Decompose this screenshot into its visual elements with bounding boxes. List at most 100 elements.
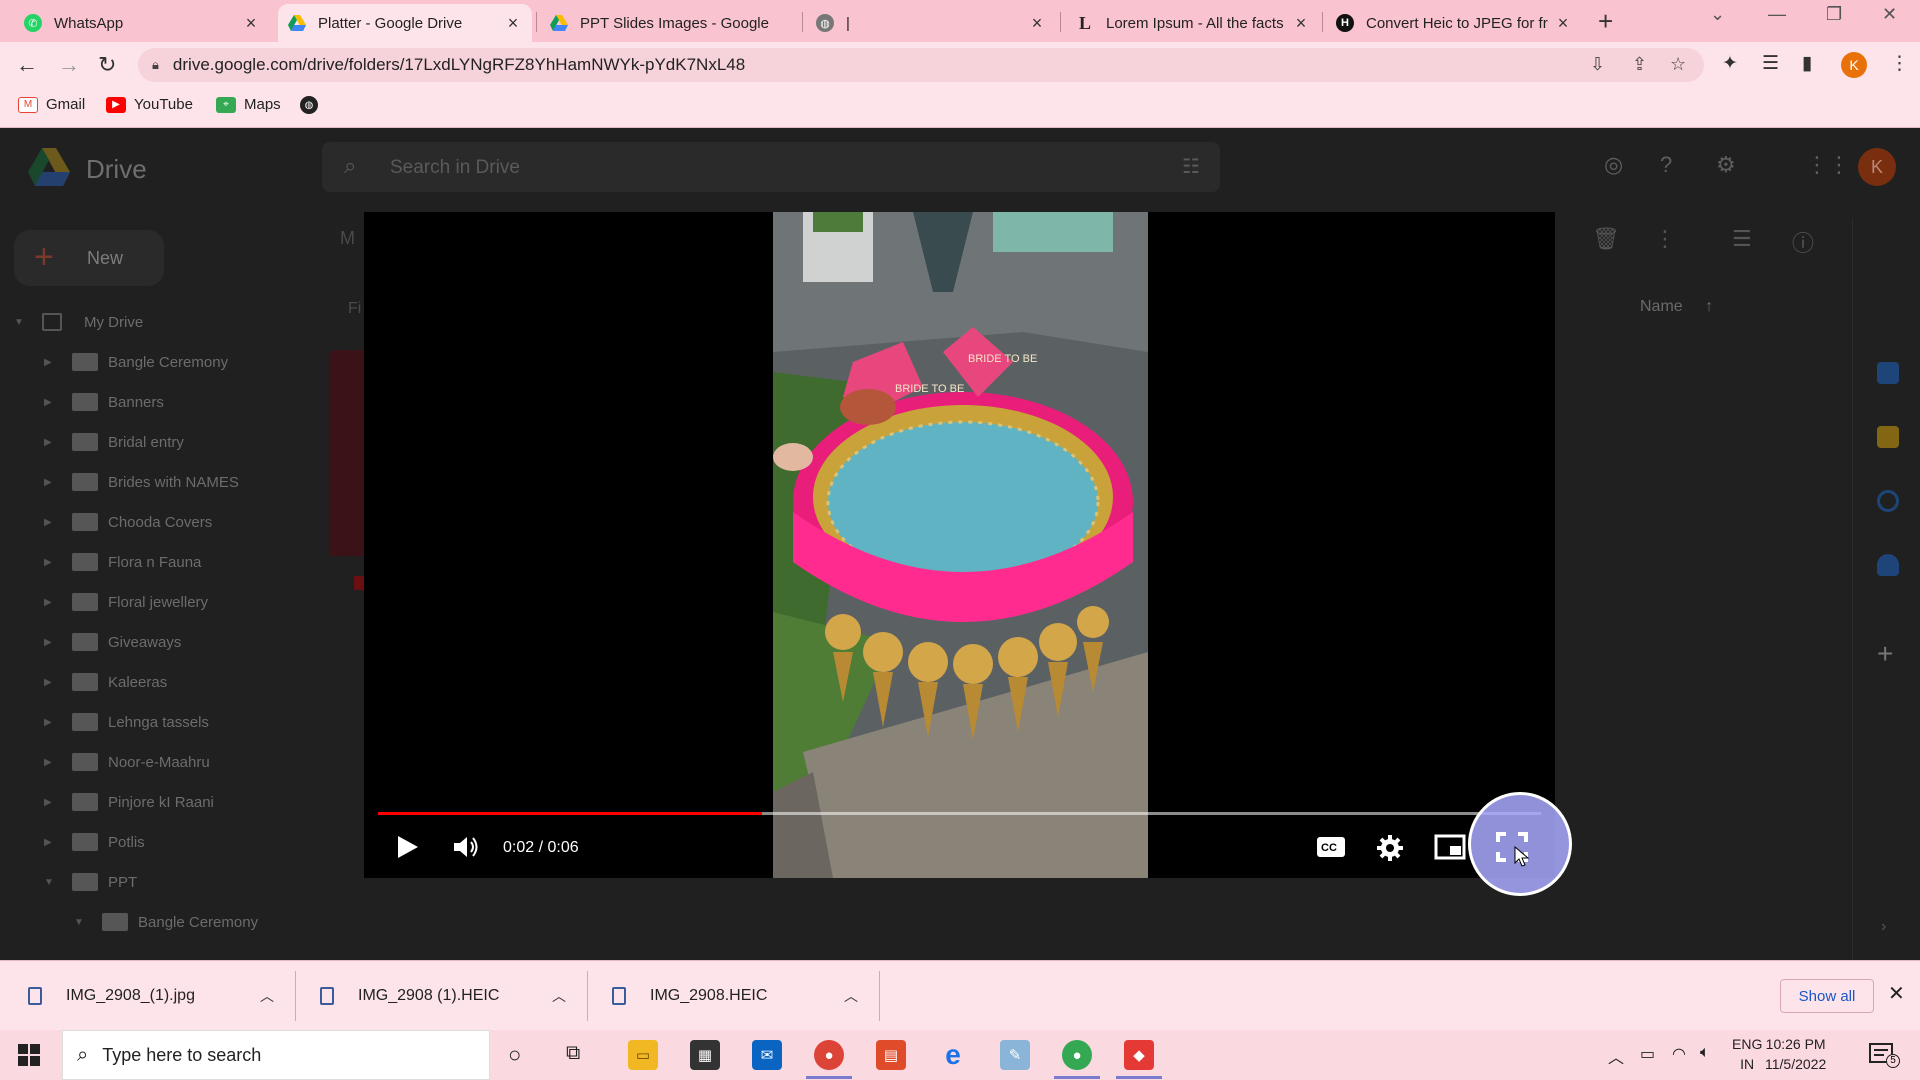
download-item[interactable]: IMG_2908 (1).HEIC ︿ [320,961,570,1031]
store-icon[interactable]: ▦ [690,1040,720,1070]
sidebar-item-folder[interactable]: ▶ Bangle Ceremony [44,350,228,374]
file-thumbnail[interactable] [330,350,366,556]
drive-search-input[interactable]: ⌕ Search in Drive ☷ [322,142,1220,192]
caret-right-icon[interactable]: ▶ [44,477,60,488]
help-icon[interactable]: ? [1660,152,1672,178]
volume-button[interactable] [452,834,480,865]
bookmark-maps[interactable]: ⌖ Maps [216,96,281,113]
bookmark-globe[interactable]: ◍ [300,96,326,114]
offline-ready-icon[interactable]: ◎ [1604,152,1623,178]
caret-right-icon[interactable]: ▶ [44,757,60,768]
caret-right-icon[interactable]: ▶ [44,397,60,408]
install-icon[interactable]: ⇩ [1590,54,1605,75]
address-bar[interactable]: 🔒︎ drive.google.com/drive/folders/17LxdL… [138,48,1704,82]
tab-ppt-slides[interactable]: PPT Slides Images - Google [540,4,800,42]
wifi-icon[interactable]: ◠ [1672,1044,1686,1064]
chrome-profile-icon[interactable]: ● [806,1040,852,1079]
close-tab-icon[interactable]: × [1554,13,1572,34]
close-window-button[interactable]: ✕ [1882,4,1897,25]
restore-button[interactable]: ❐ [1826,4,1842,25]
caret-right-icon[interactable]: ▶ [44,517,60,528]
sidebar-item-folder[interactable]: ▶ Potlis [44,830,145,854]
keep-icon[interactable] [1877,426,1899,448]
media-queue-icon[interactable]: ☰ [1762,52,1779,75]
caret-right-icon[interactable]: ▶ [44,597,60,608]
account-avatar[interactable]: K [1858,148,1896,186]
close-tab-icon[interactable]: × [1292,13,1310,34]
chevron-up-icon[interactable]: ︿ [552,986,566,1006]
caret-right-icon[interactable]: ▶ [44,637,60,648]
close-icon[interactable]: ✕ [1888,981,1905,1006]
close-tab-icon[interactable]: × [242,13,260,34]
add-addon-icon[interactable]: + [1877,638,1893,670]
anydesk-icon[interactable]: ◆ [1116,1040,1162,1079]
chevron-up-icon[interactable]: ︿ [844,986,858,1006]
bookmark-gmail[interactable]: M Gmail [18,96,85,113]
search-options-icon[interactable]: ☷ [1182,154,1200,179]
url-text[interactable]: drive.google.com/drive/folders/17LxdLYNg… [173,55,745,75]
new-tab-button[interactable]: + [1598,6,1613,37]
more-actions-icon[interactable]: ⋮ [1654,226,1676,252]
download-item[interactable]: IMG_2908_(1).jpg ︿ [28,961,278,1031]
forward-icon[interactable]: → [58,52,80,78]
sidebar-item-folder[interactable]: ▶ Pinjore kI Raani [44,790,214,814]
edge-icon[interactable]: e [938,1039,968,1070]
settings-icon[interactable]: ⚙ [1716,152,1736,178]
download-item[interactable]: IMG_2908.HEIC ︿ [612,961,862,1031]
close-tab-icon[interactable]: × [1028,13,1046,34]
speaker-icon[interactable]: 🔈︎ [1700,1044,1710,1062]
task-view-icon[interactable]: ⧉ [566,1042,580,1065]
show-all-button[interactable]: Show all [1780,979,1874,1013]
chevron-right-icon[interactable]: › [1881,918,1886,936]
caret-right-icon[interactable]: ▶ [44,437,60,448]
sidebar-item-folder[interactable]: ▶ Bridal entry [44,430,184,454]
tab-heic-converter[interactable]: H Convert Heic to JPEG for fre × [1326,4,1582,42]
new-button[interactable]: + New [14,230,164,286]
video-player[interactable]: BRIDE TO BE BRIDE TO BE 0:02 / 0:06 CC [364,212,1555,878]
notepad-icon[interactable]: ✎ [1000,1040,1030,1070]
sidebar-item-folder[interactable]: ▼ PPT [44,870,137,894]
sidebar-item-folder[interactable]: ▶ Noor-e-Maahru [44,750,210,774]
breadcrumb[interactable]: M [340,228,355,249]
caret-right-icon[interactable]: ▶ [44,677,60,688]
reload-icon[interactable]: ↻ [98,52,116,78]
caret-right-icon[interactable]: ▶ [44,837,60,848]
sidebar-item-folder[interactable]: ▶ Kaleeras [44,670,167,694]
sidebar-item-folder[interactable]: ▶ Banners [44,390,164,414]
trash-icon[interactable]: 🗑︎ [1592,226,1620,252]
captions-button[interactable]: CC [1316,836,1346,863]
show-hidden-icons[interactable]: ︿ [1608,1044,1624,1068]
sidebar-item-folder[interactable]: ▶ Brides with NAMES [44,470,239,494]
sidebar-item-folder[interactable]: ▶ Floral jewellery [44,590,208,614]
windows-start-icon[interactable] [18,1044,40,1071]
tab-whatsapp[interactable]: ✆ WhatsApp × [14,4,270,42]
lock-icon[interactable]: 🔒︎ [152,57,159,73]
sidebar-item-folder[interactable]: ▼ Bangle Ceremony [74,910,258,934]
caret-right-icon[interactable]: ▶ [44,557,60,568]
language-indicator[interactable]: ENG IN [1732,1034,1762,1074]
extensions-icon[interactable]: ✦ [1722,52,1738,75]
mail-icon[interactable]: ✉ [752,1040,782,1070]
cortana-icon[interactable]: ○ [508,1042,521,1068]
back-icon[interactable]: ← [16,52,38,78]
details-icon[interactable]: ⓘ [1792,226,1814,258]
calendar-icon[interactable] [1877,362,1899,384]
chrome-menu-icon[interactable]: ⋮ [1890,52,1909,75]
tab-search-icon[interactable]: ⌄ [1710,4,1725,25]
presentation-app-icon[interactable]: ▤ [876,1040,906,1070]
sidebar-item-folder[interactable]: ▶ Flora n Fauna [44,550,201,574]
tab-blank[interactable]: ◍ | × [806,4,1056,42]
side-panel-icon[interactable]: ▮ [1802,52,1812,75]
battery-icon[interactable]: ▭ [1640,1044,1655,1064]
close-tab-icon[interactable]: × [504,13,522,34]
miniplayer-button[interactable] [1434,834,1466,865]
tab-platter-drive[interactable]: Platter - Google Drive × [278,4,532,42]
share-icon[interactable]: ⇪ [1632,54,1647,75]
caret-right-icon[interactable]: ▶ [44,717,60,728]
apps-grid-icon[interactable]: ⋮⋮ [1806,152,1850,178]
tab-lorem-ipsum[interactable]: L Lorem Ipsum - All the facts × [1066,4,1320,42]
sidebar-item-folder[interactable]: ▶ Giveaways [44,630,181,654]
chevron-up-icon[interactable]: ︿ [260,986,274,1006]
sidebar-item-folder[interactable]: ▼ My Drive [14,310,143,334]
sidebar-item-folder[interactable]: ▶ Lehnga tassels [44,710,209,734]
